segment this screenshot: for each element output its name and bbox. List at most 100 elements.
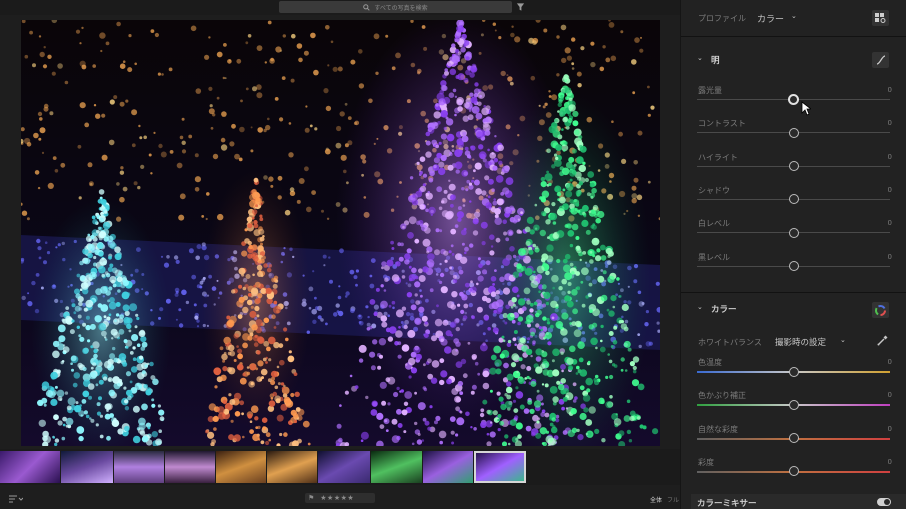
- bokeh-light: [439, 280, 443, 284]
- bokeh-light: [256, 350, 261, 355]
- bokeh-light: [236, 345, 239, 348]
- bokeh-light: [288, 152, 294, 158]
- color-grading-button[interactable]: [872, 302, 889, 318]
- bokeh-light: [248, 244, 253, 250]
- bokeh-light: [490, 207, 497, 213]
- bokeh-light: [540, 181, 547, 188]
- color-mixer-title[interactable]: カラーミキサー: [697, 497, 757, 509]
- bokeh-light: [330, 40, 334, 44]
- eyedropper-icon[interactable]: [877, 335, 888, 346]
- bokeh-light: [282, 34, 286, 38]
- light-collapse-chevron[interactable]: ⌄: [697, 54, 703, 62]
- flag-icon[interactable]: ⚑: [308, 494, 314, 502]
- filmstrip-thumbnail[interactable]: [165, 451, 215, 483]
- slider-value[interactable]: 0: [888, 425, 892, 433]
- bokeh-light: [456, 98, 463, 106]
- bokeh-light: [114, 246, 121, 253]
- slider-knob[interactable]: [788, 466, 799, 477]
- slider-value[interactable]: 0: [888, 86, 892, 94]
- slider-value[interactable]: 0: [888, 391, 892, 399]
- rating-bar[interactable]: ⚑ ★★★★★: [305, 493, 375, 503]
- sort-icon[interactable]: [9, 495, 23, 503]
- filmstrip-thumbnail[interactable]: [61, 451, 113, 483]
- bokeh-light: [559, 110, 566, 117]
- filmstrip-thumbnail-selected[interactable]: [474, 451, 526, 483]
- bokeh-light: [296, 43, 303, 49]
- bokeh-light: [95, 229, 100, 234]
- bokeh-light: [83, 307, 88, 312]
- bokeh-light: [132, 405, 140, 413]
- slider-value[interactable]: 0: [888, 119, 892, 127]
- bokeh-light: [487, 195, 491, 199]
- bokeh-light: [505, 177, 514, 186]
- slider-knob[interactable]: [788, 161, 799, 172]
- bokeh-light: [505, 237, 510, 242]
- bokeh-light: [285, 400, 294, 408]
- slider-knob[interactable]: [788, 433, 799, 444]
- bokeh-light: [451, 348, 459, 356]
- slider-value[interactable]: 0: [888, 219, 892, 227]
- slider-value[interactable]: 0: [888, 186, 892, 194]
- bokeh-light: [122, 304, 130, 312]
- filmstrip-thumbnail[interactable]: [371, 451, 422, 483]
- bokeh-light: [239, 377, 247, 385]
- slider-value[interactable]: 0: [888, 358, 892, 366]
- bokeh-light: [124, 310, 130, 316]
- slider-knob[interactable]: [788, 261, 799, 271]
- filmstrip-thumbnail[interactable]: [267, 451, 317, 483]
- bokeh-light: [472, 230, 479, 236]
- bokeh-light: [101, 273, 105, 278]
- bokeh-light: [470, 286, 477, 294]
- bokeh-light: [540, 257, 546, 263]
- slider-knob[interactable]: [788, 94, 799, 105]
- color-section-title[interactable]: カラー: [711, 303, 737, 315]
- search-input[interactable]: すべての写真を検索: [279, 1, 512, 13]
- bokeh-light: [455, 396, 462, 403]
- bokeh-light: [416, 220, 421, 226]
- slider-knob[interactable]: [788, 194, 799, 205]
- light-section-title[interactable]: 明: [711, 54, 720, 66]
- profile-browser-button[interactable]: [872, 10, 889, 26]
- view-full-button[interactable]: フル: [667, 495, 679, 504]
- filmstrip-thumbnail[interactable]: [423, 451, 473, 483]
- bokeh-light: [244, 238, 250, 244]
- bokeh-light: [32, 63, 36, 68]
- view-all-button[interactable]: 全体: [650, 495, 662, 504]
- slider-knob[interactable]: [788, 366, 799, 377]
- slider-knob[interactable]: [788, 127, 799, 138]
- bokeh-light: [615, 413, 618, 416]
- bokeh-light: [610, 295, 617, 302]
- filmstrip-thumbnail[interactable]: [318, 451, 370, 483]
- bokeh-light: [50, 371, 58, 380]
- bokeh-light: [564, 272, 573, 281]
- bokeh-light: [530, 280, 539, 289]
- filmstrip-thumbnail[interactable]: [216, 451, 266, 483]
- slider-value[interactable]: 0: [888, 253, 892, 261]
- bokeh-light: [647, 113, 651, 117]
- bokeh-light: [512, 399, 517, 403]
- bokeh-light: [100, 198, 107, 206]
- bokeh-light: [507, 339, 512, 344]
- bokeh-light: [429, 288, 434, 293]
- slider-knob[interactable]: [788, 399, 799, 410]
- filmstrip-thumbnail[interactable]: [114, 451, 164, 483]
- star-rating[interactable]: ★★★★★: [320, 494, 354, 502]
- slider-value[interactable]: 0: [888, 458, 892, 466]
- chevron-down-icon[interactable]: ⌄: [791, 12, 797, 20]
- bokeh-light: [571, 289, 578, 296]
- filter-icon[interactable]: [516, 2, 525, 12]
- toggle-switch-icon[interactable]: [877, 498, 891, 506]
- bokeh-light: [391, 435, 400, 443]
- color-mixer-section[interactable]: カラーミキサー: [691, 494, 906, 509]
- white-balance-dropdown[interactable]: 撮影時の設定: [775, 336, 826, 348]
- tone-curve-button[interactable]: [872, 52, 889, 68]
- color-collapse-chevron[interactable]: ⌄: [697, 303, 703, 311]
- chevron-down-icon[interactable]: ⌄: [840, 336, 846, 344]
- slider-label: コントラスト: [698, 119, 746, 129]
- profile-dropdown[interactable]: カラー: [757, 12, 784, 25]
- slider-value[interactable]: 0: [888, 153, 892, 161]
- bokeh-light: [485, 260, 491, 266]
- bokeh-light: [566, 300, 574, 308]
- filmstrip-thumbnail[interactable]: [0, 451, 60, 483]
- slider-knob[interactable]: [788, 227, 799, 238]
